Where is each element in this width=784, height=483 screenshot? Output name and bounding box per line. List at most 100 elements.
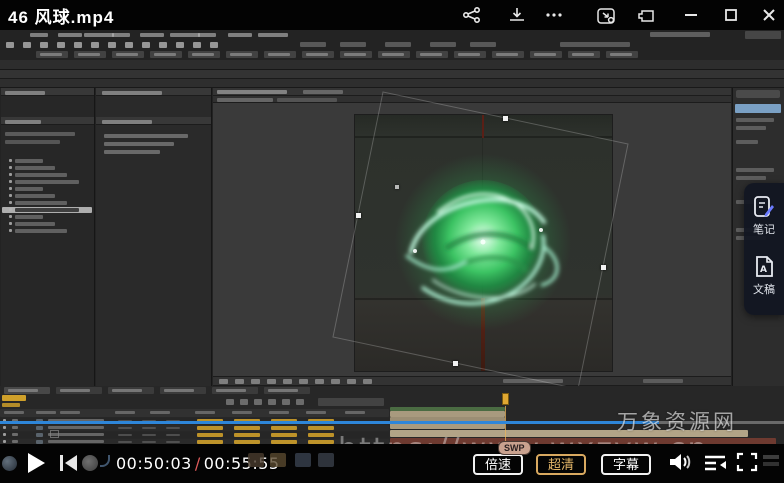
decor-blob <box>234 433 260 437</box>
decor-blob <box>192 53 214 56</box>
decor-blob <box>36 426 43 430</box>
notes-label: 笔记 <box>753 224 775 236</box>
decor-blob <box>300 42 326 47</box>
video-frame[interactable] <box>0 30 784 444</box>
svg-text:A: A <box>760 265 767 275</box>
maximize-icon[interactable] <box>723 7 745 23</box>
decor-blob <box>198 33 216 37</box>
decor-blob <box>118 434 132 436</box>
play-button[interactable] <box>28 453 45 473</box>
transcript-button[interactable]: A 文稿 <box>744 255 784 297</box>
app-window: 46 风球.mp4 <box>0 0 784 483</box>
decor-blob <box>496 53 518 56</box>
decor-blob <box>40 42 48 48</box>
mini-thumb-icon[interactable] <box>295 453 311 467</box>
decor-blob <box>650 32 710 37</box>
subtitle-button[interactable]: 字幕 <box>601 454 651 475</box>
decor-blob <box>58 33 82 37</box>
loop-button[interactable] <box>82 455 98 471</box>
decor-blob <box>140 33 164 37</box>
decor-blob <box>48 426 104 429</box>
close-icon[interactable] <box>761 7 783 23</box>
decor-blob <box>197 433 223 437</box>
decor-blob <box>30 33 48 37</box>
decor-blob <box>420 53 442 56</box>
mini-thumb-icon[interactable] <box>270 453 286 467</box>
decor-blob <box>36 433 43 437</box>
more-icon[interactable] <box>545 7 567 23</box>
notes-button[interactable]: 笔记 <box>744 195 784 237</box>
decor-blob <box>3 433 6 436</box>
decor-blob <box>12 433 18 436</box>
share-icon[interactable] <box>463 7 485 23</box>
time-current: 00:50:03 <box>116 454 192 473</box>
mini-thumb-icon[interactable] <box>248 453 264 467</box>
decor-blob <box>48 440 104 443</box>
decor-blob <box>340 42 366 47</box>
decor-blob <box>118 441 132 443</box>
quality-button[interactable]: 超清 <box>536 454 586 475</box>
note-pencil-icon <box>753 195 775 219</box>
swp-badge: SWP <box>498 441 531 455</box>
decor-blob <box>142 427 156 429</box>
resolution-hint <box>763 455 779 459</box>
decor-blob <box>57 42 65 48</box>
minimize-icon[interactable] <box>683 7 705 23</box>
decor-blob <box>306 411 326 414</box>
decor-blob <box>2 395 26 401</box>
decor-blob <box>108 42 116 48</box>
mini-thumb-icon[interactable] <box>318 453 334 467</box>
decor-blob <box>23 42 31 48</box>
decor-blob <box>150 411 170 414</box>
decor-blob <box>268 53 290 56</box>
decor-blob <box>3 426 6 429</box>
video-title: 46 风球.mp4 <box>8 3 114 28</box>
speed-button[interactable]: 倍速 <box>473 454 523 475</box>
decor-blob <box>154 53 176 56</box>
frame-step-icon[interactable] <box>50 430 59 438</box>
transcript-label: 文稿 <box>753 284 775 296</box>
decor-blob <box>4 411 24 414</box>
volume-icon[interactable] <box>668 452 692 477</box>
decor-blob <box>308 426 334 430</box>
mini-player-icon[interactable] <box>596 7 618 23</box>
decor-blob <box>228 33 252 37</box>
decor-blob <box>36 411 56 414</box>
decor-blob <box>610 53 632 56</box>
decor-blob <box>258 33 288 37</box>
decor-blob <box>78 53 100 56</box>
decor-blob <box>3 440 6 443</box>
decor-blob <box>268 399 276 405</box>
decor-blob <box>269 411 289 414</box>
decor-blob <box>240 399 248 405</box>
decor-blob <box>318 398 384 406</box>
decor-blob <box>84 33 114 37</box>
previous-button[interactable] <box>60 455 78 471</box>
decor-blob <box>176 42 184 48</box>
decor-blob <box>142 441 156 443</box>
fullscreen-icon[interactable] <box>736 452 758 477</box>
decor-blob <box>6 42 14 48</box>
decor-blob <box>254 399 262 405</box>
resolution-hint <box>763 462 779 466</box>
decor-blob <box>193 42 201 48</box>
decor-blob <box>166 441 180 443</box>
decor-blob <box>12 426 18 429</box>
decor-blob <box>282 399 290 405</box>
decor-blob <box>382 53 404 56</box>
playlist-icon[interactable] <box>703 452 727 477</box>
seek-bar[interactable] <box>0 421 784 424</box>
decor-blob <box>210 42 218 48</box>
decor-blob <box>344 53 366 56</box>
decor-blob <box>745 31 781 39</box>
dock-window-icon[interactable] <box>636 7 658 23</box>
decor-blob <box>166 434 180 436</box>
decor-blob <box>142 42 150 48</box>
decor-blob <box>159 42 167 48</box>
decor-blob <box>116 53 138 56</box>
decor-blob <box>430 42 456 47</box>
download-icon[interactable] <box>508 7 530 23</box>
seek-bar-played <box>0 421 659 424</box>
decor-blob <box>118 427 132 429</box>
decor-blob <box>197 426 223 430</box>
